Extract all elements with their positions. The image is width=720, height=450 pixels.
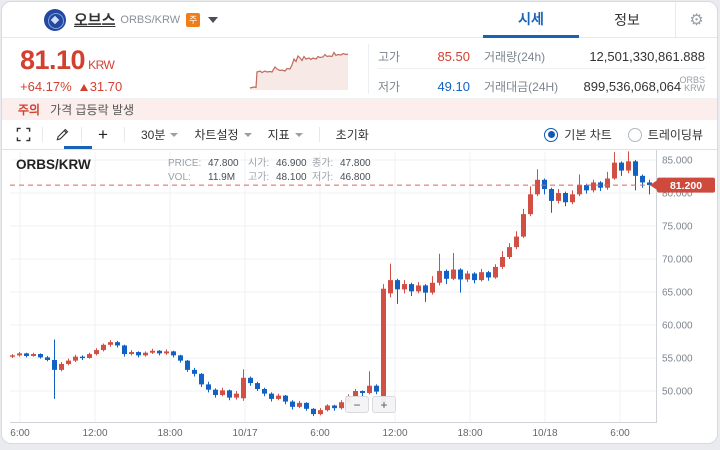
volume-unit: ORBS (679, 75, 705, 85)
draw-pencil-icon[interactable] (51, 124, 73, 146)
active-tool-underline (64, 146, 92, 149)
svg-text:10/17: 10/17 (232, 428, 257, 439)
add-chart-button[interactable]: + (90, 125, 116, 145)
svg-text:10/18: 10/18 (532, 428, 557, 439)
svg-text:75.000: 75.000 (662, 222, 693, 233)
high-value: 85.50 (437, 48, 470, 64)
svg-text:81.200: 81.200 (670, 180, 702, 192)
volume-value: 12,501,330,861.888 (589, 48, 705, 64)
chart-info-row: PRICE: 47.800 시가: 46.900 종가: 47.800 (168, 157, 371, 169)
chevron-down-icon[interactable] (208, 16, 219, 23)
change-percent: +64.17% (20, 79, 72, 94)
change-amount: 31.70 (89, 79, 123, 94)
topbar: 오브스 ORBS/KRW 주 시세 정보 ⚙ (2, 2, 717, 38)
price-currency: KRW (88, 58, 115, 72)
price-value: 81.10 (20, 45, 86, 75)
chevron-down-icon (294, 132, 303, 137)
coin-name: 오브스 (74, 12, 116, 29)
svg-text:60.000: 60.000 (662, 321, 693, 332)
interval-dropdown[interactable]: 30분 (141, 126, 179, 143)
exchange-coin-page: 오브스 ORBS/KRW 주 시세 정보 ⚙ 81.10 KRW +64.17% 3… (1, 1, 718, 444)
svg-text:18:00: 18:00 (457, 428, 482, 439)
trade-value-label: 거래대금(24H) (484, 79, 559, 94)
high-label: 고가 (378, 49, 401, 64)
coin-logo-icon (44, 8, 66, 31)
basic-chart-radio[interactable]: 기본 차트 (544, 126, 612, 143)
tradingview-radio[interactable]: 트레이딩뷰 (627, 126, 703, 143)
indicator-label: 지표 (267, 128, 290, 142)
svg-text:55.000: 55.000 (662, 354, 693, 365)
radio-unselected-icon (627, 127, 642, 142)
svg-text:50.000: 50.000 (662, 387, 693, 398)
svg-text:6:00: 6:00 (10, 428, 30, 439)
svg-text:18:00: 18:00 (157, 428, 182, 439)
interval-label: 30분 (141, 128, 166, 142)
svg-text:12:00: 12:00 (382, 428, 407, 439)
chevron-down-icon (243, 132, 252, 137)
gear-icon[interactable]: ⚙ (689, 10, 703, 30)
radio-selected-icon (544, 127, 559, 142)
toolbar-divider (318, 127, 320, 142)
volume-label: 거래량(24h) (484, 49, 546, 64)
toolbar-divider (81, 127, 82, 142)
price-change: +64.17% 31.70 (20, 79, 122, 94)
coin-pair: ORBS/KRW (120, 13, 181, 26)
toolbar-divider (42, 127, 43, 142)
svg-text:6:00: 6:00 (610, 428, 630, 439)
price-block: 81.10 KRW +64.17% 31.70 (20, 45, 122, 94)
zoom-out-button[interactable]: − (345, 396, 369, 413)
tab-price[interactable]: 시세 (483, 2, 579, 38)
tradingview-label: 트레이딩뷰 (647, 128, 703, 142)
toolbar-divider (124, 127, 125, 142)
fullscreen-icon[interactable] (12, 124, 34, 146)
price-summary: 81.10 KRW +64.17% 31.70 고가 85.50 거래량(24h) … (2, 38, 717, 99)
stats-row-high-volume: 고가 85.50 거래량(24h) 12,501,330,861.888 (378, 44, 705, 69)
warning-text: 가격 급등락 발생 (50, 103, 135, 117)
coin-selector[interactable]: 오브스 ORBS/KRW 주 (2, 8, 219, 31)
indicator-dropdown[interactable]: 지표 (268, 126, 303, 143)
up-arrow-icon (79, 84, 88, 91)
low-value: 49.10 (437, 78, 470, 94)
current-price-badge: 81.200 (650, 177, 715, 193)
chart-info-row: VOL: 11.9M 고가: 48.100 저가: 46.800 (168, 171, 371, 183)
basic-chart-label: 기본 차트 (564, 128, 612, 142)
warning-tag: 주의 (18, 103, 41, 117)
price-sparkline (249, 51, 349, 90)
chart-zoom-control: − + (345, 396, 396, 413)
chart-settings-dropdown[interactable]: 차트설정 (194, 126, 252, 143)
svg-text:85.000: 85.000 (662, 156, 693, 167)
svg-text:6:00: 6:00 (310, 428, 330, 439)
candlestick-chart[interactable]: 85.000 80.000 75.000 70.000 65.000 60.000 55.0… (2, 150, 717, 443)
low-label: 저가 (378, 79, 401, 94)
svg-text:70.000: 70.000 (662, 255, 693, 266)
chart-symbol-label: ORBS/KRW (16, 157, 91, 172)
stats-panel: 고가 85.50 거래량(24h) 12,501,330,861.888 ORB… (368, 44, 705, 94)
tab-bar: 시세 정보 (483, 2, 675, 38)
zoom-in-button[interactable]: + (372, 396, 396, 413)
settings-cell: ⚙ (675, 2, 717, 38)
chevron-down-icon (170, 132, 179, 137)
chart-type-radios: 기본 차트 트레이딩뷰 (544, 126, 717, 143)
svg-text:12:00: 12:00 (82, 428, 107, 439)
warning-bar: 주의 가격 급등락 발생 (2, 99, 717, 120)
chart-toolbar: + 30분 차트설정 지표 초기화 기본 차트 트레이딩뷰 (2, 120, 717, 150)
chart-settings-label: 차트설정 (194, 128, 239, 142)
current-price: 81.10 KRW (20, 45, 122, 76)
stats-row-low-value: 저가 49.10 거래대금(24H) 899,536,068,064 KRW (378, 69, 705, 94)
trade-value-number: 899,536,068,064 (583, 78, 682, 94)
tab-info[interactable]: 정보 (579, 2, 675, 38)
svg-text:65.000: 65.000 (662, 288, 693, 299)
reset-button[interactable]: 초기화 (336, 126, 369, 143)
caution-badge: 주 (186, 12, 201, 27)
